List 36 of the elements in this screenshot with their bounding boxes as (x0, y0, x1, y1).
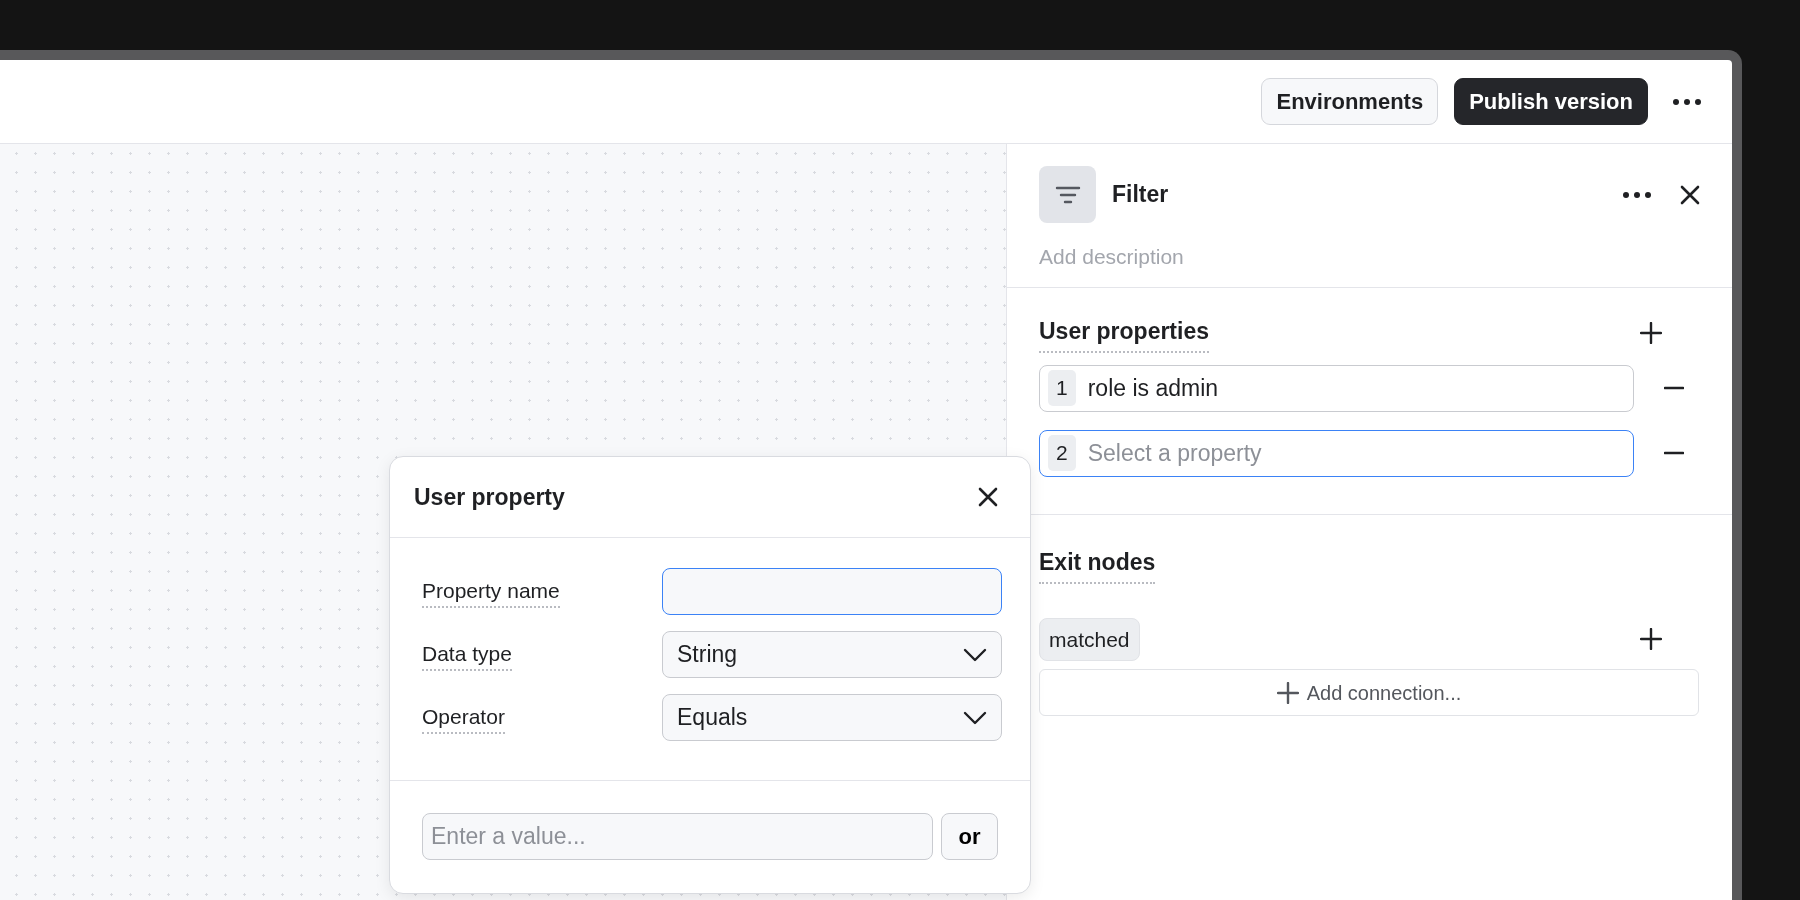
chevron-down-icon[interactable] (963, 647, 987, 662)
section-heading: Exit nodes (1039, 545, 1156, 584)
more-icon[interactable] (1672, 97, 1702, 106)
input-field[interactable] (662, 568, 1002, 615)
property-field[interactable]: 2 Select a property (1039, 429, 1634, 477)
select-field[interactable]: String (662, 631, 1002, 678)
property-value: role is admin (1087, 373, 1219, 403)
popup-title: User property (414, 482, 565, 512)
plus-icon[interactable] (1640, 628, 1662, 651)
filter-icon (1039, 166, 1096, 223)
close-icon[interactable] (978, 487, 998, 507)
field-label: Data type (422, 637, 512, 672)
minus-icon[interactable] (1664, 386, 1684, 390)
select-value: Equals (677, 703, 748, 733)
field-label: Property name (422, 574, 560, 609)
panel-title: Filter (1112, 180, 1169, 210)
add-connection-button[interactable]: Add connection... (1039, 669, 1699, 716)
close-icon[interactable] (1680, 184, 1700, 205)
or-button[interactable]: or (941, 813, 998, 860)
section-heading: User properties (1039, 314, 1209, 353)
exit-node-tag: matched (1039, 617, 1140, 661)
more-icon[interactable] (1622, 190, 1652, 199)
chevron-down-icon[interactable] (963, 710, 987, 725)
select-value: String (677, 640, 738, 670)
environments-button[interactable]: Environments (1261, 78, 1439, 125)
value-input[interactable]: Enter a value... (422, 813, 933, 860)
select-field[interactable]: Equals (662, 694, 1002, 741)
property-placeholder: Select a property (1087, 438, 1262, 468)
property-field[interactable]: 1 role is admin (1039, 364, 1634, 412)
field-label: Operator (422, 700, 505, 735)
row-number: 2 (1048, 435, 1076, 471)
publish-button[interactable]: Publish version (1454, 78, 1648, 125)
plus-icon[interactable] (1640, 322, 1662, 345)
row-number: 1 (1048, 370, 1076, 406)
plus-icon (1276, 681, 1299, 704)
minus-icon[interactable] (1664, 451, 1684, 455)
